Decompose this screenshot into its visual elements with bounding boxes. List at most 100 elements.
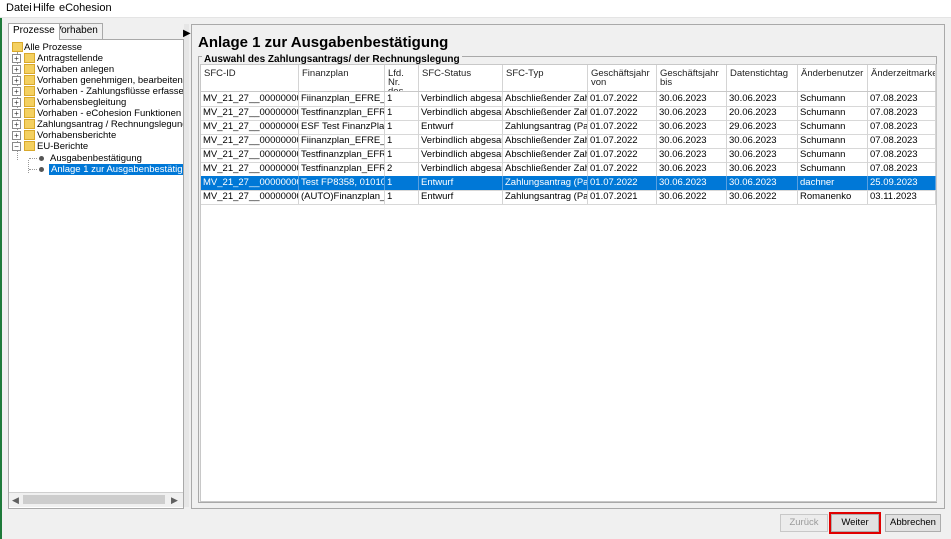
expand-icon[interactable]: + (12, 65, 21, 74)
column-header-gj-von[interactable]: Geschäftsjahr von (588, 65, 657, 91)
table-row[interactable]: MV_21_27__0000000002Testfinanzplan_EFRE,… (201, 106, 936, 121)
folder-icon (24, 130, 35, 140)
menu-datei[interactable]: Datei (6, 2, 32, 14)
cell-lfd-nr: 1 (385, 148, 419, 162)
cell-gj-bis: 30.06.2023 (657, 106, 727, 120)
column-header-text: Finanzplan (302, 68, 349, 79)
cell-lfd-nr: 1 (385, 190, 419, 204)
scroll-thumb[interactable] (23, 495, 165, 504)
cell-datenstichtag: 30.06.2023 (727, 92, 798, 106)
table-row[interactable]: MV_21_27__0000000007Test FP8358, 0101001… (201, 176, 936, 191)
scroll-right-icon[interactable]: ▶ (171, 495, 178, 506)
cell-finanzplan: ESF Test FinanzPlan MV_ (301, 120, 385, 134)
collapse-icon[interactable]: − (12, 142, 21, 151)
expand-icon[interactable]: + (12, 87, 21, 96)
cell-aenderbenutzer: Romanenko (798, 190, 868, 204)
folder-icon (24, 75, 35, 85)
cell-lfd-nr: 1 (385, 106, 419, 120)
column-header-text: des ZA (388, 87, 415, 91)
cell-aenderbenutzer: Schumann (798, 148, 868, 162)
cell-lfd-nr: 1 (385, 134, 419, 148)
cell-lfd-nr: 1 (385, 120, 419, 134)
column-header-text: Datenstichtag (730, 68, 789, 79)
cell-aenderbenutzer: dachner (798, 176, 868, 190)
cell-lfd-nr: 2 (385, 162, 419, 176)
cell-datenstichtag: 20.06.2023 (727, 106, 798, 120)
expand-icon[interactable]: + (12, 98, 21, 107)
column-header-text: Geschäftsjahr von (591, 68, 650, 88)
column-header-sfc-id[interactable]: SFC-ID (201, 65, 299, 91)
column-header-datenstichtag[interactable]: Datenstichtag (727, 65, 798, 91)
column-header-text: Änderbenutzer (801, 68, 864, 79)
cell-datenstichtag: 30.06.2022 (727, 190, 798, 204)
folder-icon (24, 64, 35, 74)
expand-icon[interactable]: + (12, 54, 21, 63)
column-header-sfc-typ[interactable]: SFC-Typ (503, 65, 588, 91)
cell-aenderbenutzer: Schumann (798, 106, 868, 120)
cell-datenstichtag: 29.06.2023 (727, 120, 798, 134)
table-row[interactable]: MV_21_27__0000000008(AUTO)Finanzplan_EFR… (201, 190, 936, 205)
table-row[interactable]: MV_21_27__0000000004Fiinanzplan_EFRE_Tes… (201, 134, 936, 149)
cell-gj-bis: 30.06.2023 (657, 176, 727, 190)
cell-gj-bis: 30.06.2023 (657, 148, 727, 162)
column-header-aenderzeitmarke[interactable]: Änderzeitmarke (868, 65, 936, 91)
page-title: Anlage 1 zur Ausgabenbestätigung (198, 34, 449, 51)
cell-aenderbenutzer: Schumann (798, 92, 868, 106)
cell-datenstichtag: 30.06.2023 (727, 134, 798, 148)
cell-gj-von: 01.07.2022 (588, 162, 657, 176)
cell-gj-bis: 30.06.2023 (657, 134, 727, 148)
cell-finanzplan: Testfinanzplan_EFRE, 01 (299, 106, 385, 120)
column-header-sfc-status[interactable]: SFC-Status (419, 65, 503, 91)
cell-sfc-status: Entwurf (419, 176, 503, 190)
cell-aenderzeitmarke: 07.08.2023 (868, 148, 936, 162)
panel-splitter[interactable] (184, 24, 189, 507)
tree-horizontal-scrollbar[interactable]: ◀ ▶ (9, 492, 183, 507)
collapse-arrow-icon[interactable]: ▶ (183, 28, 191, 39)
cell-finanzplan: Testfinanzplan_EFRE, 01 (299, 162, 385, 176)
menu-hilfe[interactable]: Hilfe (33, 2, 55, 14)
table-row[interactable]: MV_21_27__0000000005Testfinanzplan_EFRE,… (201, 148, 936, 163)
cell-datenstichtag: 30.06.2023 (727, 176, 798, 190)
cell-sfc-id: MV_21_27__0000000008 (201, 190, 299, 204)
column-header-finanzplan[interactable]: Finanzplan (299, 65, 385, 91)
cell-gj-von: 01.07.2022 (588, 148, 657, 162)
column-header-text: Lfd. Nr. (388, 68, 404, 88)
cell-sfc-id: MV_21_27__0000000007 (201, 176, 299, 190)
cell-sfc-id: MV_21_27__0000000006 (201, 162, 299, 176)
cell-sfc-status: Verbindlich abgesandt an (421, 134, 503, 148)
expand-icon[interactable]: + (12, 109, 21, 118)
next-button[interactable]: Weiter (831, 514, 879, 532)
table-row[interactable]: MV_21_27__0000000001Fiinanzplan_EFRE_Tes… (201, 92, 936, 107)
column-header-aenderbenutzer[interactable]: Änderbenutzer (798, 65, 868, 91)
tree-root-label: Alle Prozesse (24, 42, 83, 53)
folder-open-icon (24, 141, 35, 151)
tab-prozesse[interactable]: Prozesse (8, 23, 60, 40)
cancel-button[interactable]: Abbrechen (885, 514, 941, 532)
cell-aenderzeitmarke: 07.08.2023 (868, 120, 936, 134)
menu-ecohesion[interactable]: eCohesion (59, 2, 112, 14)
expand-icon[interactable]: + (12, 120, 21, 129)
folder-icon (24, 86, 35, 96)
cell-gj-bis: 30.06.2023 (657, 120, 727, 134)
cell-aenderbenutzer: Schumann (798, 162, 868, 176)
expand-icon[interactable]: + (12, 131, 21, 140)
cell-gj-bis: 30.06.2023 (657, 162, 727, 176)
scroll-left-icon[interactable]: ◀ (12, 495, 19, 506)
back-button[interactable]: Zurück (780, 514, 828, 532)
cell-finanzplan: (AUTO)Finanzplan_EFRE (301, 190, 385, 204)
table-row[interactable]: MV_21_27__0000000006Testfinanzplan_EFRE,… (201, 162, 936, 177)
table-row[interactable]: MV_21_27__0000000003ESF Test FinanzPlan … (201, 120, 936, 135)
expand-icon[interactable]: + (12, 76, 21, 85)
cell-gj-von: 01.07.2022 (588, 106, 657, 120)
cell-gj-von: 01.07.2022 (588, 120, 657, 134)
cell-sfc-typ: Abschließender Zahlungs (503, 148, 588, 162)
leaf-bullet-icon (39, 156, 44, 161)
cell-gj-von: 01.07.2022 (588, 176, 657, 190)
cell-sfc-status: Entwurf (419, 190, 503, 204)
selection-group: Auswahl des Zahlungsantrags/ der Rechnun… (198, 54, 937, 503)
column-header-gj-bis[interactable]: Geschäftsjahr bis (657, 65, 727, 91)
cell-sfc-status: Verbindlich abgesandt an (421, 148, 503, 162)
cell-aenderzeitmarke: 07.08.2023 (868, 134, 936, 148)
column-header-lfd-nr[interactable]: Lfd. Nr.des ZA (385, 65, 419, 91)
folder-icon (24, 119, 35, 129)
